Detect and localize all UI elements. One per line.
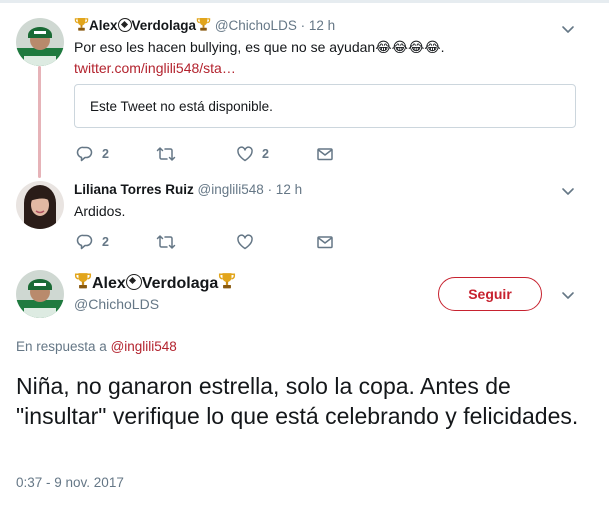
reply-handle-link[interactable]: @inglili548 xyxy=(111,339,177,354)
laugh-emoji: 😂 xyxy=(375,39,392,55)
avatar-alex[interactable] xyxy=(16,18,64,66)
avatar-alex-main[interactable] xyxy=(16,270,64,318)
tweet1-link[interactable]: twitter.com/inglili548/sta… xyxy=(74,60,236,76)
reply-context: En respuesta a @inglili548 xyxy=(16,339,177,354)
main-tweet-text: Niña, no ganaron estrella, solo la copa.… xyxy=(16,373,579,429)
dm-icon xyxy=(316,233,334,251)
tweet2-handle[interactable]: @inglili548 xyxy=(198,182,264,197)
follow-button[interactable]: Seguir xyxy=(438,277,542,311)
top-divider xyxy=(0,0,609,3)
reply-count: 2 xyxy=(102,147,109,161)
tweet-timestamp[interactable]: 0:37 - 9 nov. 2017 xyxy=(16,475,124,490)
soccer-ball-icon xyxy=(117,18,132,32)
tweet2-actions: 2 xyxy=(76,233,346,251)
laugh-emoji: 😂 xyxy=(407,39,425,55)
tweet1-actions: 2 2 xyxy=(76,145,346,163)
like-button[interactable] xyxy=(236,233,316,251)
reply-button[interactable]: 2 xyxy=(76,233,156,251)
soccer-ball-icon xyxy=(125,274,142,290)
tweet2-header: Liliana Torres Ruiz @inglili548 · 12 h xyxy=(74,182,302,197)
reply-count: 2 xyxy=(102,235,109,249)
retweet-button[interactable] xyxy=(156,233,236,251)
main-tweet-name-row: Alex Verdolaga xyxy=(74,272,236,293)
dm-button[interactable] xyxy=(316,233,346,251)
tweet1-text-main: Por eso les hacen bullying, es que no se… xyxy=(74,39,376,55)
reply-icon xyxy=(76,233,94,251)
quote-unavailable-text: Este Tweet no está disponible. xyxy=(90,99,273,114)
main-name[interactable]: Alex xyxy=(92,275,126,292)
thread-connector xyxy=(38,66,41,178)
chevron-down-icon[interactable] xyxy=(561,186,575,196)
retweet-icon xyxy=(156,145,176,163)
tweet2-time[interactable]: · 12 h xyxy=(268,182,303,197)
avatar-liliana[interactable] xyxy=(16,181,64,229)
chevron-down-icon[interactable] xyxy=(561,24,575,34)
chevron-down-icon[interactable] xyxy=(561,290,575,300)
tweet1-handle[interactable]: @ChichoLDS xyxy=(215,18,297,33)
retweet-button[interactable] xyxy=(156,145,236,163)
reply-prefix: En respuesta a xyxy=(16,339,107,354)
retweet-icon xyxy=(156,233,176,251)
dm-icon xyxy=(316,145,334,163)
dm-button[interactable] xyxy=(316,145,346,163)
laugh-emoji: 😂 xyxy=(391,39,408,55)
like-button[interactable]: 2 xyxy=(236,145,316,163)
tweet1-text: Por eso les hacen bullying, es que no se… xyxy=(74,39,445,56)
main-handle[interactable]: @ChichoLDS xyxy=(74,296,159,312)
reply-button[interactable]: 2 xyxy=(76,145,156,163)
laugh-emoji: 😂 xyxy=(424,39,441,55)
trophy-icon xyxy=(196,17,211,32)
trophy-icon xyxy=(74,272,92,290)
like-icon xyxy=(236,145,254,163)
like-count: 2 xyxy=(262,147,269,161)
tweet1-header: Alex Verdolaga @ChichoLDS · 12 h xyxy=(74,17,335,33)
tweet1-time[interactable]: · 12 h xyxy=(301,18,336,33)
tweet1-text-end: . xyxy=(440,39,445,55)
reply-icon xyxy=(76,145,94,163)
tweet2-text: Ardidos. xyxy=(74,203,126,219)
tweet1-name[interactable]: Alex xyxy=(89,18,118,33)
main-name-suffix[interactable]: Verdolaga xyxy=(142,275,218,292)
trophy-icon xyxy=(218,272,236,290)
quoted-tweet-card[interactable]: Este Tweet no está disponible. xyxy=(74,84,576,128)
trophy-icon xyxy=(74,17,89,32)
tweet2-name[interactable]: Liliana Torres Ruiz xyxy=(74,182,194,197)
like-icon xyxy=(236,233,254,251)
tweet1-name-suffix[interactable]: Verdolaga xyxy=(132,18,197,33)
